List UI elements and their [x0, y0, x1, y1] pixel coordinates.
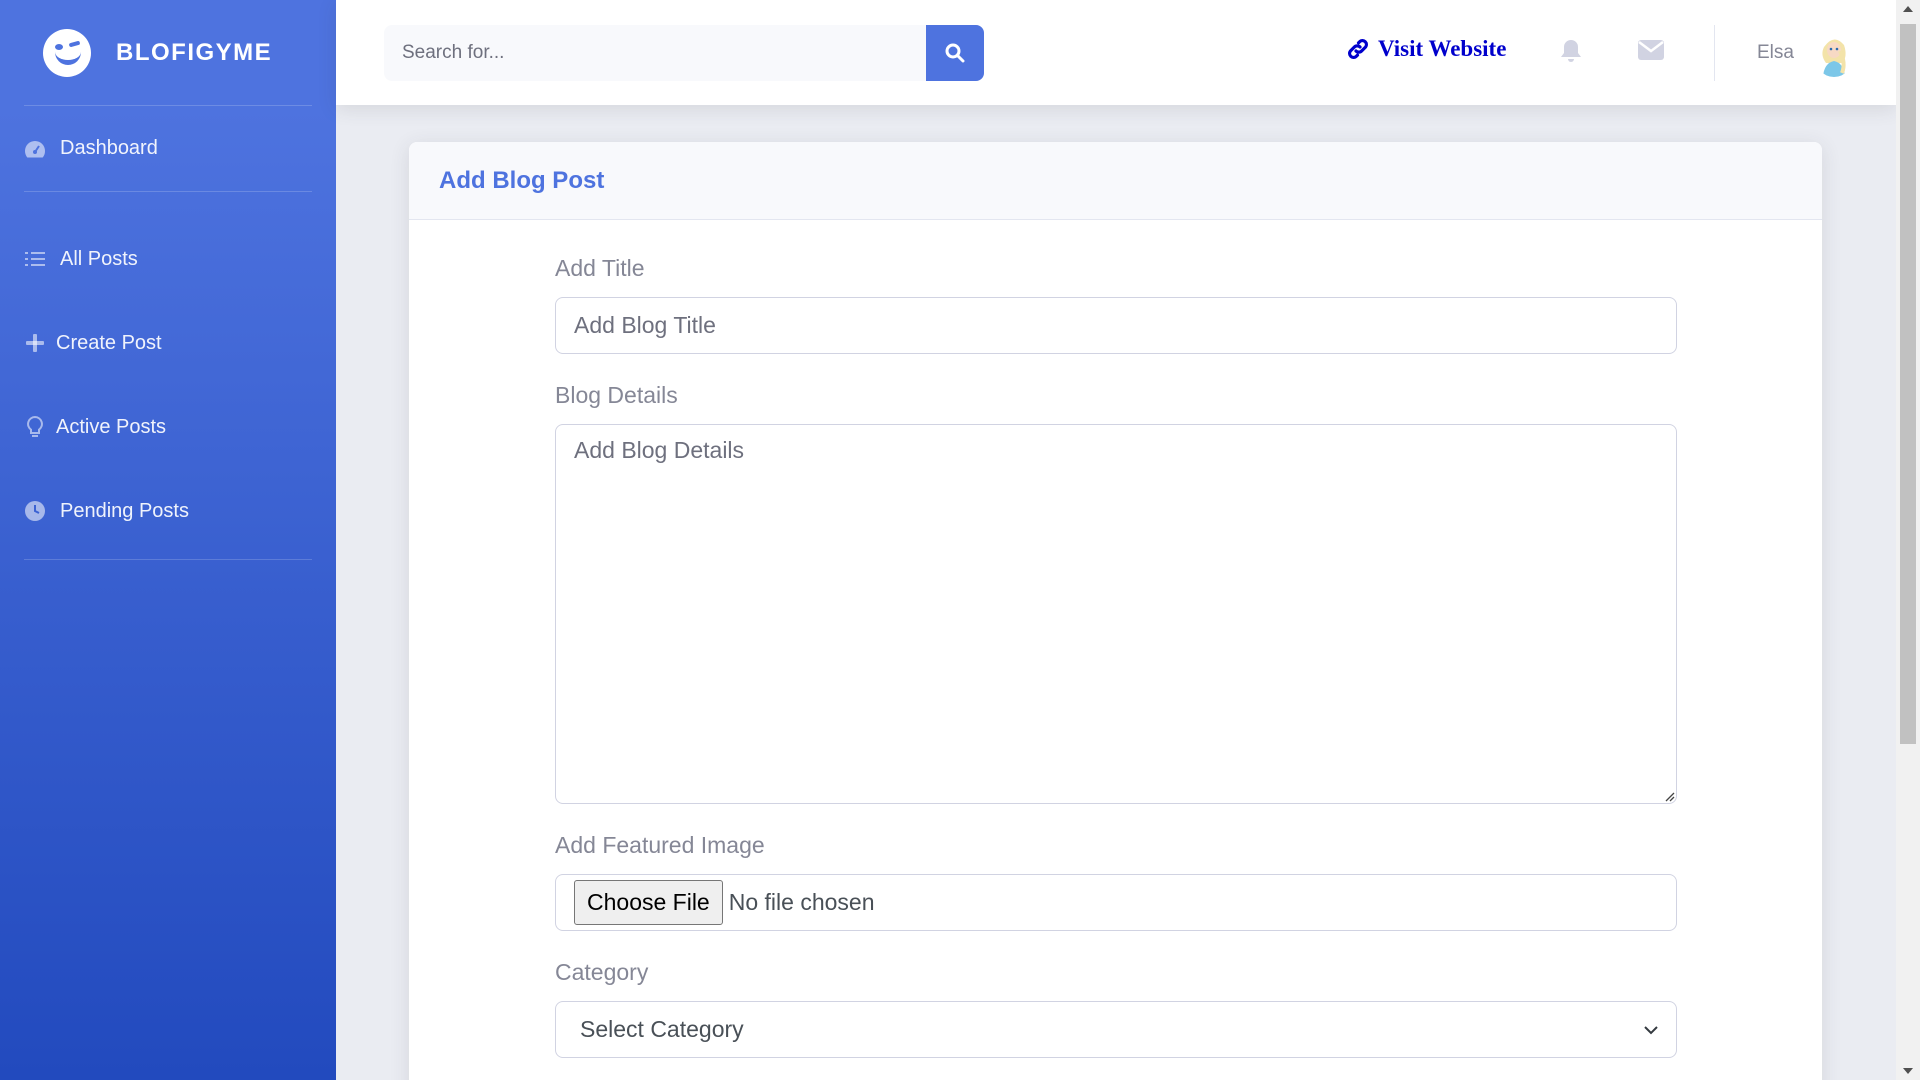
sidebar: BLOFIGYME Dashboard All Posts Create Pos… — [0, 0, 336, 1080]
category-select[interactable]: Select Category — [555, 1001, 1677, 1058]
topbar: Visit Website Elsa — [336, 0, 1896, 105]
scroll-down-arrow-icon[interactable] — [1903, 1068, 1913, 1074]
scroll-up-arrow-icon[interactable] — [1903, 6, 1913, 12]
clock-icon — [24, 500, 46, 522]
sidebar-item-label: Pending Posts — [60, 499, 189, 522]
card-title: Add Blog Post — [439, 166, 605, 194]
resize-handle-icon[interactable] — [1663, 790, 1675, 802]
blog-title-input[interactable] — [555, 297, 1677, 354]
sidebar-item-label: All Posts — [60, 247, 138, 270]
blog-details-textarea[interactable] — [555, 424, 1677, 804]
sidebar-item-active-posts[interactable]: Active Posts — [0, 385, 336, 469]
title-label: Add Title — [555, 255, 645, 281]
link-icon — [1346, 37, 1370, 61]
search-group — [384, 25, 984, 81]
plus-icon — [24, 332, 46, 354]
search-input[interactable] — [384, 25, 926, 81]
file-status: No file chosen — [728, 889, 875, 915]
lightbulb-icon — [24, 416, 46, 438]
brand-logo-icon — [43, 28, 91, 77]
featured-image-file-input[interactable]: Choose File No file chosen — [555, 874, 1677, 931]
visit-website-label: Visit Website — [1378, 36, 1507, 61]
category-selected-value: Select Category — [580, 1016, 744, 1042]
sidebar-item-label: Dashboard — [60, 137, 158, 159]
avatar[interactable] — [1814, 33, 1854, 77]
sidebar-item-create-post[interactable]: Create Post — [0, 301, 336, 385]
user-name[interactable]: Elsa — [1757, 42, 1794, 64]
list-icon — [24, 248, 46, 270]
sidebar-item-dashboard[interactable]: Dashboard — [0, 106, 336, 191]
visit-website-link[interactable]: Visit Website — [1346, 36, 1506, 62]
brand-name: BLOFIGYME — [116, 38, 273, 66]
image-label: Add Featured Image — [555, 832, 765, 858]
sidebar-divider — [24, 559, 312, 560]
card-header: Add Blog Post — [409, 142, 1822, 220]
search-icon — [945, 43, 965, 63]
chevron-down-icon — [1644, 1025, 1658, 1034]
envelope-icon — [1638, 40, 1664, 60]
sidebar-item-pending-posts[interactable]: Pending Posts — [0, 469, 336, 553]
choose-file-button[interactable]: Choose File — [574, 880, 723, 925]
topbar-divider — [1714, 25, 1715, 81]
scroll-thumb[interactable] — [1900, 24, 1916, 744]
messages-button[interactable] — [1638, 40, 1664, 65]
category-label: Category — [555, 959, 649, 985]
page-scrollbar[interactable] — [1896, 0, 1920, 1080]
notifications-button[interactable] — [1560, 38, 1582, 69]
details-label: Blog Details — [555, 382, 678, 408]
blog-post-form: Add Title Blog Details Add Featured Imag… — [555, 220, 1677, 1058]
sidebar-item-label: Create Post — [56, 331, 162, 354]
add-blog-post-card: Add Blog Post Add Title Blog Details Add… — [409, 142, 1822, 1080]
bell-icon — [1561, 40, 1581, 62]
sidebar-item-label: Active Posts — [56, 415, 167, 438]
sidebar-item-all-posts[interactable]: All Posts — [0, 217, 336, 301]
tachometer-icon — [24, 138, 46, 160]
brand[interactable]: BLOFIGYME — [0, 0, 336, 105]
search-button[interactable] — [926, 25, 984, 81]
